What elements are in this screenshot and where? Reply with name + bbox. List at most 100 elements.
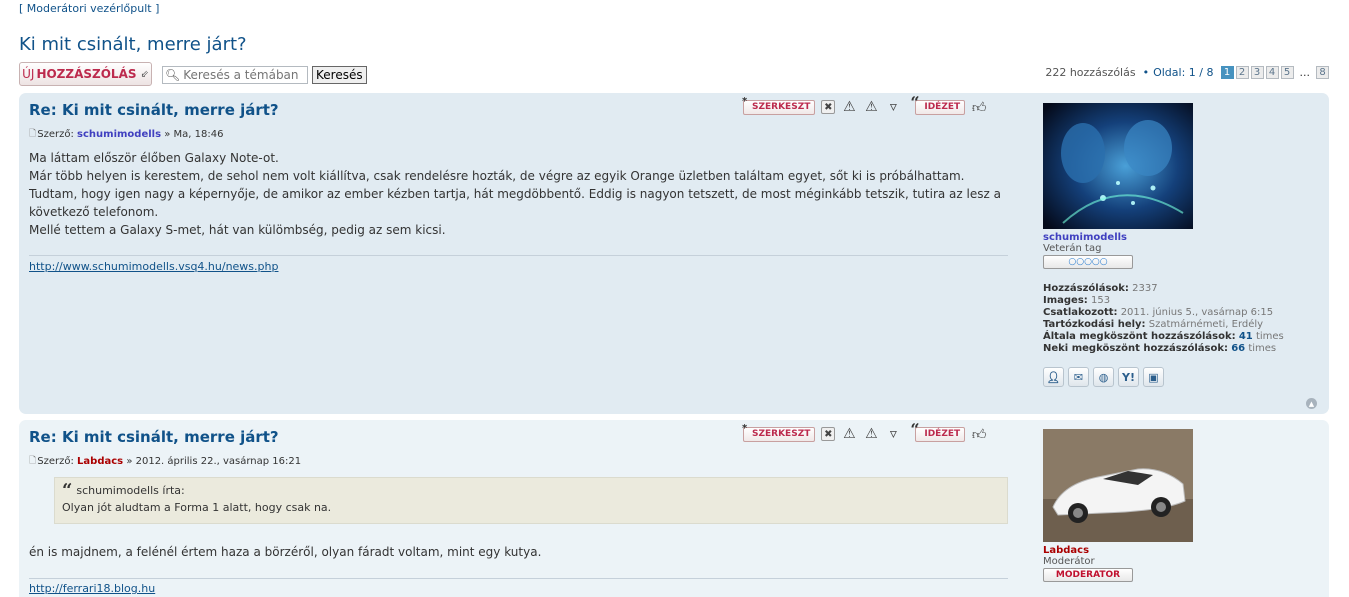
post-buttons: * SZERKESZT ✖ ⚠ ⚠ ▿ “ IDÉZET 👍︎ — [742, 93, 987, 116]
bullet-separator: • — [1142, 66, 1150, 79]
page-1: 1 — [1220, 66, 1234, 79]
search-icon: 🔍︎ — [165, 68, 181, 82]
rank-bar: ○○○○○ — [1043, 255, 1133, 269]
post-title[interactable]: Re: Ki mit csinált, merre járt? — [29, 101, 279, 119]
author-name[interactable]: Labdacs — [77, 456, 123, 467]
signature-link[interactable]: http://ferrari18.blog.hu — [29, 582, 155, 595]
delete-icon[interactable]: ✖ — [821, 427, 836, 441]
stat-joined: Csatlakozott: 2011. június 5., vasárnap … — [1043, 307, 1303, 319]
reply-prefix: ÚJ — [22, 67, 35, 81]
thanks-thumb-icon[interactable]: 👍︎ — [971, 426, 987, 443]
info-icon[interactable]: ▿ — [885, 426, 901, 442]
user-profile: Labdacs Moderátor MODERATOR — [1043, 429, 1303, 582]
stat-value[interactable]: 41 — [1239, 331, 1253, 342]
page-3[interactable]: 3 — [1250, 66, 1264, 79]
post-date: » 2012. április 22., vasárnap 16:21 — [126, 455, 302, 467]
page-ellipsis: ... — [1299, 66, 1311, 79]
stat-value[interactable]: 66 — [1231, 343, 1245, 354]
author-name[interactable]: schumimodells — [77, 129, 161, 140]
new-reply-button[interactable]: ÚJ HOZZÁSZÓLÁS ⇙ — [19, 62, 152, 86]
stat-label: Neki megköszönt hozzászólások: — [1043, 343, 1229, 354]
profile-rank: Veterán tag — [1043, 243, 1102, 254]
content-line: én is majdnem, a felénél értem haza a bö… — [29, 545, 542, 559]
page-4[interactable]: 4 — [1265, 66, 1279, 79]
profile-username[interactable]: Labdacs — [1043, 545, 1303, 556]
quote-label: IDÉZET — [924, 102, 961, 112]
page-label[interactable]: Oldal: 1 / 8 — [1153, 66, 1213, 79]
report-icon[interactable]: ⚠ — [841, 426, 857, 442]
report-icon[interactable]: ⚠ — [841, 99, 857, 115]
stat-label: Hozzászólások: — [1043, 283, 1129, 294]
post-author-line: 🗋︎ Szerző: Labdacs » 2012. április 22., … — [29, 453, 301, 469]
stat-value: 2011. június 5., vasárnap 6:15 — [1120, 307, 1274, 318]
thanks-thumb-icon[interactable]: 👍︎ — [971, 99, 987, 116]
stat-location: Tartózkodási hely: Szatmárnémeti, Erdély — [1043, 319, 1303, 331]
topic-title[interactable]: Ki mit csinált, merre járt? — [19, 34, 247, 55]
warn-icon[interactable]: ⚠ — [863, 99, 879, 115]
private-message-icon[interactable]: 👤︎ — [1043, 367, 1064, 387]
stat-label: Általa megköszönt hozzászólások: — [1043, 331, 1236, 342]
stat-label: Csatlakozott: — [1043, 307, 1118, 318]
quote-mark-icon: “ — [62, 479, 73, 501]
quote-button[interactable]: “ IDÉZET — [910, 420, 966, 442]
quote-block: “schumimodells írta: Olyan jót aludtam a… — [54, 477, 1008, 524]
email-icon[interactable]: ✉ — [1068, 367, 1089, 387]
contact-icons: 👤︎ ✉ ◍ Y! ▣ — [1043, 367, 1303, 387]
stat-value[interactable]: 2337 — [1132, 283, 1157, 294]
arrow-icon: ⇙ — [140, 68, 149, 80]
post-title[interactable]: Re: Ki mit csinált, merre járt? — [29, 428, 279, 446]
info-icon[interactable]: ▿ — [885, 99, 901, 115]
signature-divider — [29, 578, 1008, 579]
gallery-icon[interactable]: ▣ — [1143, 367, 1164, 387]
post-buttons: * SZERKESZT ✖ ⚠ ⚠ ▿ “ IDÉZET 👍︎ — [742, 420, 987, 443]
stat-thanked: Neki megköszönt hozzászólások: 66 times — [1043, 343, 1303, 355]
content-line: Ma láttam először élőben Galaxy Note-ot. — [29, 151, 279, 165]
avatar[interactable] — [1043, 429, 1193, 542]
edit-button[interactable]: * SZERKESZT — [742, 96, 816, 115]
quote-mark-icon: “ — [910, 419, 920, 439]
search-button[interactable]: Keresés — [312, 66, 367, 84]
reply-label: HOZZÁSZÓLÁS — [36, 67, 137, 81]
warn-icon[interactable]: ⚠ — [863, 426, 879, 442]
stat-unit: times — [1255, 331, 1284, 342]
search-input[interactable] — [183, 68, 304, 82]
post-icon[interactable]: 🗋︎ — [29, 453, 36, 469]
edit-button[interactable]: * SZERKESZT — [742, 423, 816, 442]
avatar[interactable] — [1043, 103, 1193, 229]
quote-label: IDÉZET — [924, 429, 961, 439]
page-last[interactable]: 8 — [1316, 66, 1329, 79]
stat-posts: Hozzászólások: 2337 — [1043, 283, 1303, 295]
delete-icon[interactable]: ✖ — [821, 100, 836, 114]
signature-divider — [29, 255, 1008, 256]
signature-link[interactable]: http://www.schumimodells.vsq4.hu/news.ph… — [29, 260, 278, 273]
post-icon[interactable]: 🗋︎ — [29, 126, 36, 142]
page-2[interactable]: 2 — [1235, 66, 1249, 79]
profile-username[interactable]: schumimodells — [1043, 232, 1303, 243]
website-icon[interactable]: ◍ — [1093, 367, 1114, 387]
yahoo-icon[interactable]: Y! — [1118, 367, 1139, 387]
quote-author: schumimodells írta: — [76, 484, 185, 497]
edit-star-icon: * — [742, 95, 748, 107]
stat-value[interactable]: 153 — [1091, 295, 1110, 306]
quote-text: Olyan jót aludtam a Forma 1 alatt, hogy … — [62, 501, 332, 514]
edit-label: SZERKESZT — [752, 102, 811, 112]
stat-unit: times — [1248, 343, 1277, 354]
post-author-line: 🗋︎ Szerző: schumimodells » Ma, 18:46 — [29, 126, 223, 142]
search-box[interactable]: 🔍︎ — [162, 66, 308, 84]
content-line: Tudtam, hogy igen nagy a képernyője, de … — [29, 187, 1001, 201]
pagination: 222 hozzászólás • Oldal: 1 / 8 1 2 3 4 5… — [1045, 66, 1329, 79]
page-5[interactable]: 5 — [1280, 66, 1294, 79]
stat-thanked-by: Általa megköszönt hozzászólások: 41 time… — [1043, 331, 1303, 343]
post-content: én is majdnem, a felénél értem haza a bö… — [29, 543, 1009, 561]
content-line: Már több helyen is kerestem, de sehol ne… — [29, 169, 965, 183]
quote-button[interactable]: “ IDÉZET — [910, 93, 966, 115]
rank-bar: MODERATOR — [1043, 568, 1133, 582]
post: Re: Ki mit csinált, merre járt? 🗋︎ Szerz… — [19, 420, 1329, 597]
author-prefix: Szerző: — [37, 128, 74, 140]
user-profile: schumimodells Veterán tag ○○○○○ Hozzászó… — [1043, 103, 1303, 387]
moderator-panel-link[interactable]: [ Moderátori vezérlőpult ] — [19, 2, 159, 15]
post-content: Ma láttam először élőben Galaxy Note-ot.… — [29, 149, 1009, 239]
back-to-top-icon[interactable]: ▲ — [1306, 398, 1317, 409]
quote-cite: “schumimodells írta: — [62, 479, 1000, 501]
stat-label: Images: — [1043, 295, 1088, 306]
